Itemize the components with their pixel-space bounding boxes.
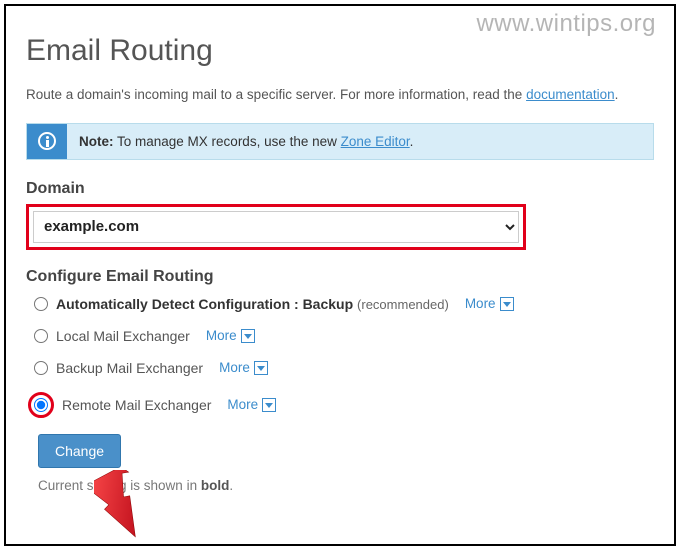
- domain-select-highlight: example.com: [26, 204, 526, 250]
- option-auto-row: Automatically Detect Configuration : Bac…: [34, 296, 654, 312]
- recommended-tag: (recommended): [357, 297, 449, 312]
- documentation-link[interactable]: documentation: [526, 87, 615, 102]
- option-local-label: Local Mail Exchanger: [56, 328, 190, 344]
- option-auto-label: Automatically Detect Configuration : Bac…: [56, 296, 449, 312]
- configure-label: Configure Email Routing: [26, 268, 654, 286]
- chevron-down-icon: [241, 329, 255, 343]
- more-remote[interactable]: More: [227, 397, 276, 412]
- chevron-down-icon: [500, 297, 514, 311]
- info-icon: [27, 124, 67, 159]
- note-text-after: .: [410, 134, 414, 149]
- radio-remote[interactable]: [34, 398, 48, 412]
- note-text-before: To manage MX records, use the new: [114, 134, 341, 149]
- more-backup[interactable]: More: [219, 360, 268, 375]
- radio-remote-highlight: [28, 392, 54, 418]
- page-title: Email Routing: [26, 34, 654, 68]
- radio-local[interactable]: [34, 329, 48, 343]
- more-auto[interactable]: More: [465, 296, 514, 311]
- note-label: Note:: [79, 134, 114, 149]
- info-callout: Note: To manage MX records, use the new …: [26, 123, 654, 160]
- option-backup-row: Backup Mail Exchanger More: [34, 360, 654, 376]
- option-local-row: Local Mail Exchanger More: [34, 328, 654, 344]
- domain-select[interactable]: example.com: [33, 211, 519, 243]
- current-setting-note: Current setting is shown in bold.: [38, 478, 654, 493]
- chevron-down-icon: [254, 361, 268, 375]
- change-button[interactable]: Change: [38, 434, 121, 468]
- option-remote-row: Remote Mail Exchanger More: [34, 392, 654, 418]
- zone-editor-link[interactable]: Zone Editor: [341, 134, 410, 149]
- domain-label: Domain: [26, 180, 654, 198]
- intro-prefix: Route a domain's incoming mail to a spec…: [26, 87, 526, 102]
- radio-auto[interactable]: [34, 297, 48, 311]
- chevron-down-icon: [262, 398, 276, 412]
- option-backup-label: Backup Mail Exchanger: [56, 360, 203, 376]
- intro-text: Route a domain's incoming mail to a spec…: [26, 86, 654, 105]
- radio-backup[interactable]: [34, 361, 48, 375]
- intro-suffix: .: [615, 87, 619, 102]
- option-remote-label: Remote Mail Exchanger: [62, 397, 211, 413]
- more-local[interactable]: More: [206, 328, 255, 343]
